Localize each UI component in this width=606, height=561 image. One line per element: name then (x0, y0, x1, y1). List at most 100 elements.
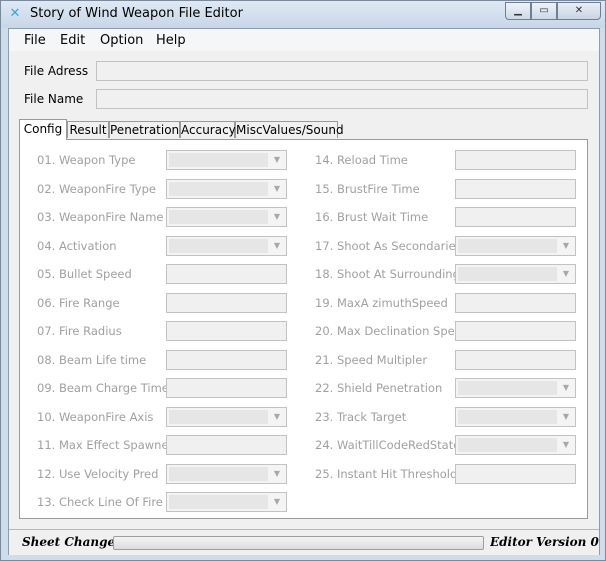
app-window: ✕ Story of Wind Weapon File Editor ▁ ▭ ✕… (0, 0, 606, 561)
file-name-input[interactable] (96, 89, 588, 109)
field-label: 23. Track Target (315, 409, 407, 424)
field-input[interactable] (166, 435, 287, 455)
field-input[interactable] (166, 321, 287, 341)
field-input[interactable] (166, 349, 287, 370)
field-input[interactable] (166, 378, 287, 398)
chevron-down-icon: ▼ (273, 212, 281, 221)
config-panel: 01. Weapon Type ▼ 02. WeaponFire Type ▼ 03. … (19, 139, 588, 519)
field-label: 07. Fire Radius (37, 324, 122, 338)
field-label: 10. WeaponFire Axis (37, 409, 154, 424)
dropdown-value (169, 181, 268, 196)
progress-bar (113, 536, 484, 550)
field-label: 13. Check Line Of Fire (37, 495, 163, 509)
field-input[interactable] (455, 349, 576, 370)
wind-icon: ✕ (9, 6, 21, 21)
field-dropdown[interactable]: ▼ (166, 178, 287, 199)
main-client: File Edit Option Help File Adress File N… (8, 28, 600, 555)
tab-result[interactable]: Result (67, 121, 109, 138)
field-input[interactable] (455, 178, 576, 199)
menu-option[interactable]: Option (100, 33, 143, 48)
close-button[interactable]: ✕ (557, 2, 601, 20)
chevron-down-icon: ▼ (562, 269, 570, 278)
chevron-down-icon: ▼ (562, 411, 570, 421)
chevron-down-icon: ▼ (562, 440, 570, 449)
field-label: 06. Fire Range (37, 295, 120, 310)
menu-bar: File Edit Option Help (9, 29, 599, 51)
field-label: 20. Max Declination Speed (315, 324, 470, 338)
file-address-label: File Adress (24, 64, 89, 78)
field-label: 15. BrustFire Time (315, 181, 420, 196)
field-input[interactable] (455, 321, 576, 341)
field-label: 09. Beam Charge Time (37, 381, 169, 395)
field-label: 18. Shoot At Surroundings (315, 267, 466, 281)
field-dropdown[interactable]: ▼ (166, 235, 287, 256)
dropdown-value (169, 466, 268, 481)
field-label: 01. Weapon Type (37, 153, 136, 167)
field-label: 16. Brust Wait Time (315, 210, 429, 224)
dropdown-value (169, 210, 268, 224)
dropdown-value (458, 267, 557, 281)
chevron-down-icon: ▼ (273, 183, 281, 193)
menu-help[interactable]: Help (156, 33, 186, 48)
field-dropdown[interactable]: ▼ (455, 435, 576, 455)
dropdown-value (169, 238, 268, 253)
tab-miscvalues-sound[interactable]: MiscValues/Sound (235, 121, 344, 138)
chevron-down-icon: ▼ (273, 155, 281, 164)
field-dropdown[interactable]: ▼ (455, 406, 576, 427)
chevron-down-icon: ▼ (273, 411, 281, 421)
field-label: 19. MaxA zimuthSpeed (315, 295, 448, 310)
field-dropdown[interactable]: ▼ (455, 264, 576, 284)
status-message: Sheet Changed (22, 535, 124, 549)
chevron-down-icon: ▼ (562, 240, 570, 250)
file-name-label: File Name (24, 92, 84, 106)
dropdown-value (458, 438, 557, 452)
field-dropdown[interactable]: ▼ (166, 463, 287, 484)
dropdown-value (169, 153, 268, 167)
dropdown-value (458, 238, 557, 253)
chevron-down-icon: ▼ (562, 383, 570, 392)
field-input[interactable] (166, 292, 287, 313)
field-label: 22. Shield Penetration (315, 381, 443, 395)
field-dropdown[interactable]: ▼ (166, 492, 287, 512)
version-label: Editor Version 0.9b (490, 535, 599, 549)
tab-penetration[interactable]: Penetration (109, 121, 180, 138)
maximize-button[interactable]: ▭ (531, 2, 557, 20)
chevron-down-icon: ▼ (273, 240, 281, 250)
field-dropdown[interactable]: ▼ (455, 378, 576, 398)
field-input[interactable] (455, 150, 576, 170)
field-label: 02. WeaponFire Type (37, 181, 156, 196)
menu-edit[interactable]: Edit (60, 33, 85, 48)
field-dropdown[interactable]: ▼ (166, 150, 287, 170)
field-label: 04. Activation (37, 238, 117, 253)
field-label: 17. Shoot As Secondaries (315, 238, 462, 253)
field-label: 25. Instant Hit Threshold (315, 466, 458, 481)
chevron-down-icon: ▼ (273, 497, 281, 506)
title-bar[interactable]: ✕ Story of Wind Weapon File Editor ▁ ▭ ✕ (1, 1, 605, 28)
field-label: 12. Use Velocity Pred (37, 466, 159, 481)
chevron-down-icon: ▼ (273, 468, 281, 478)
window-title: Story of Wind Weapon File Editor (30, 6, 243, 21)
field-label: 21. Speed Multipler (315, 352, 428, 367)
field-input[interactable] (455, 292, 576, 313)
field-dropdown[interactable]: ▼ (166, 406, 287, 427)
file-address-input[interactable] (96, 61, 588, 81)
field-input[interactable] (455, 463, 576, 484)
field-label: 03. WeaponFire Name (37, 210, 164, 224)
window-controls: ▁ ▭ ✕ (505, 2, 601, 20)
field-label: 24. WaitTillCodeRedState (315, 438, 461, 452)
menu-file[interactable]: File (24, 33, 46, 48)
field-label: 05. Bullet Speed (37, 267, 132, 281)
dropdown-value (458, 409, 557, 424)
field-input[interactable] (166, 264, 287, 284)
field-label: 08. Beam Life time (37, 352, 147, 367)
field-dropdown[interactable]: ▼ (455, 235, 576, 256)
field-dropdown[interactable]: ▼ (166, 207, 287, 227)
minimize-button[interactable]: ▁ (505, 2, 531, 20)
tab-accuracy[interactable]: Accuracy (180, 121, 236, 138)
status-bar: Sheet Changed Editor Version 0.9b (9, 529, 599, 555)
field-label: 11. Max Effect Spawned (37, 438, 176, 452)
dropdown-value (169, 409, 268, 424)
field-input[interactable] (455, 207, 576, 227)
dropdown-value (169, 495, 268, 509)
tab-config[interactable]: Config (19, 119, 67, 140)
